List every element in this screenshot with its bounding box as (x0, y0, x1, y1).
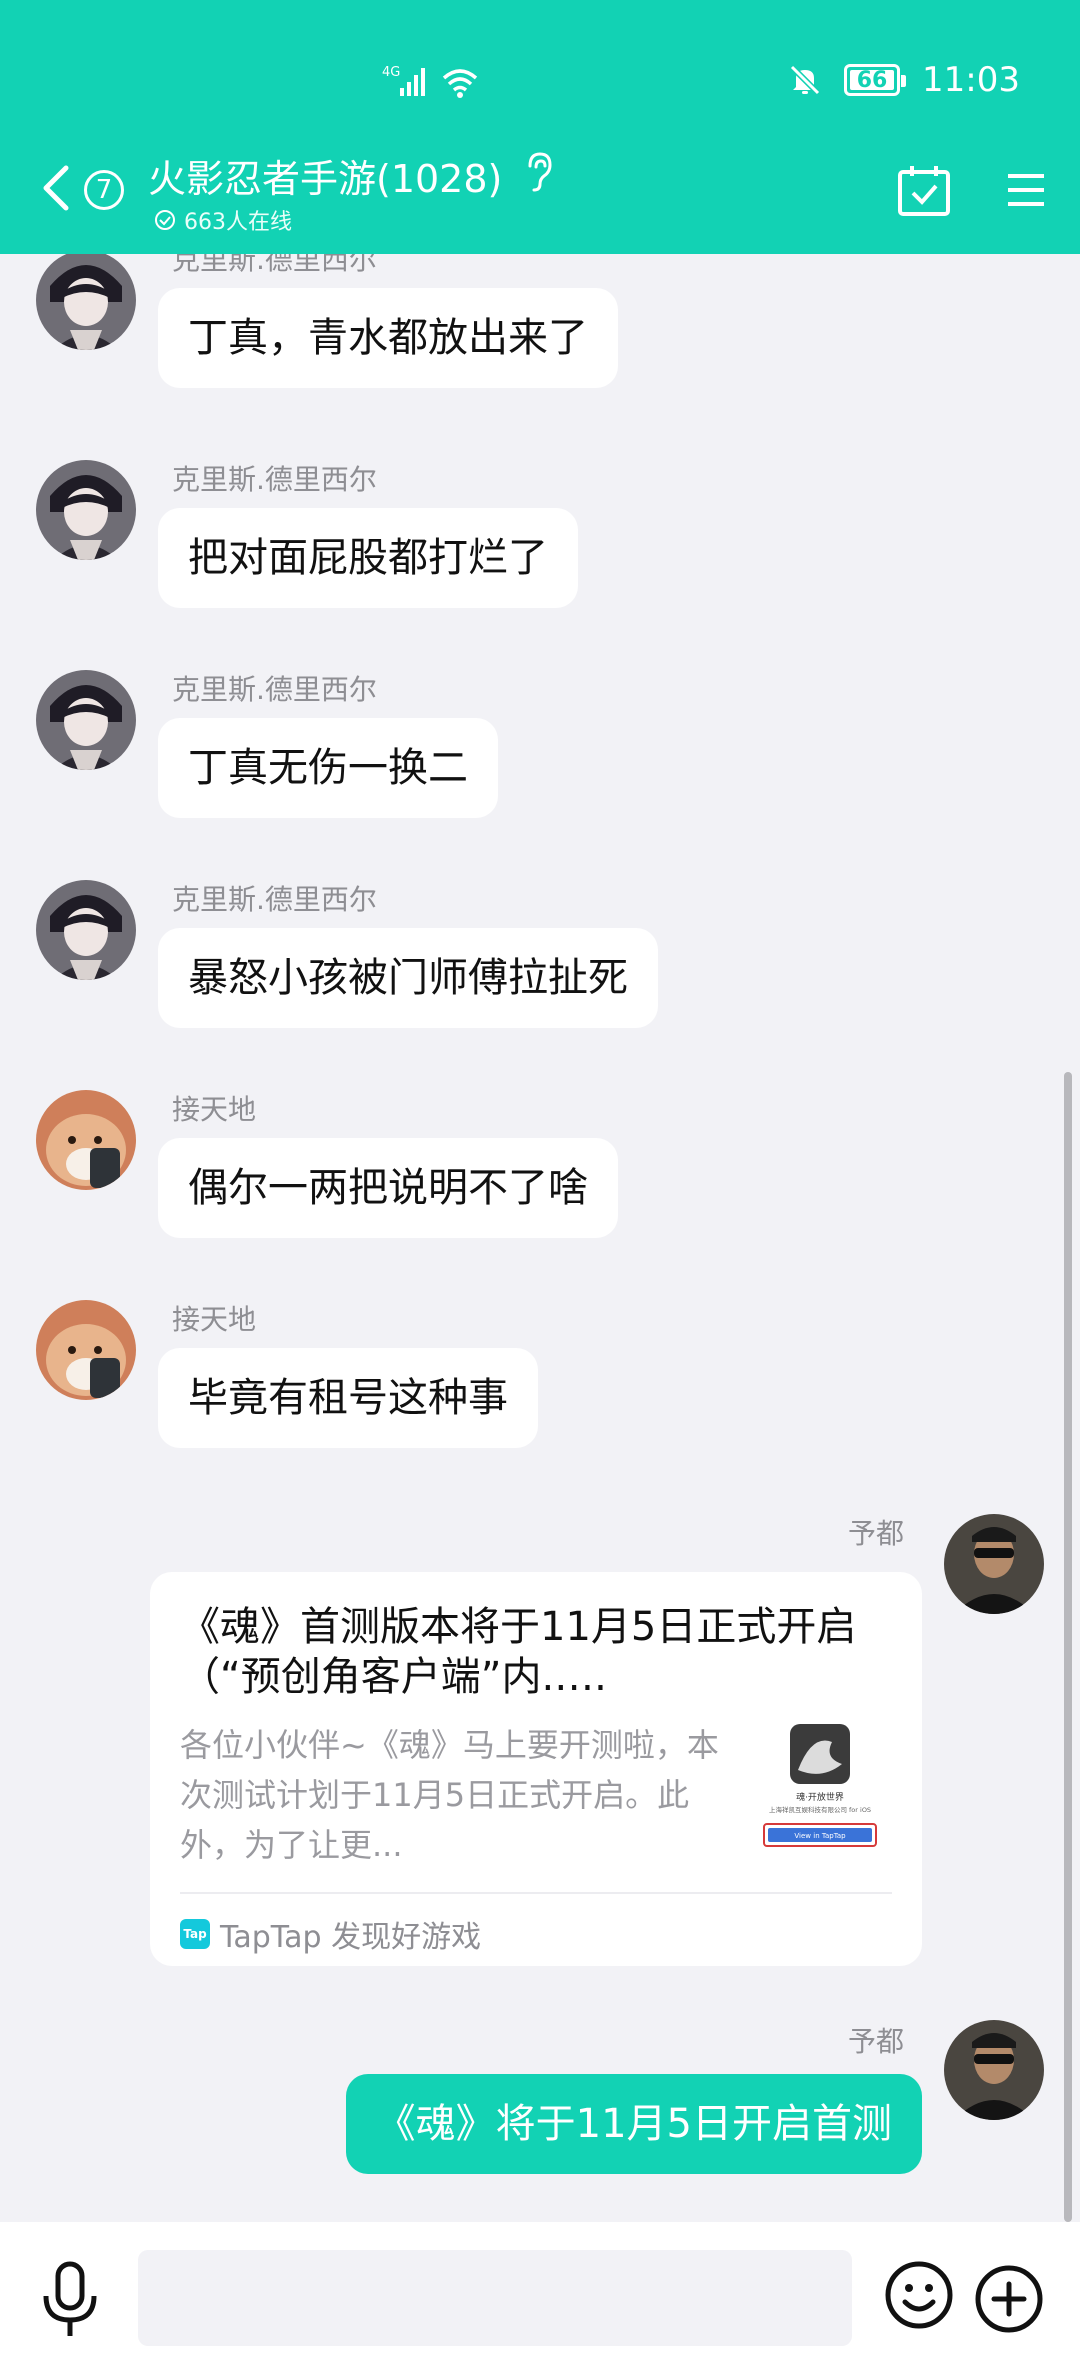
status-bar: 4G 66 11:03 (0, 0, 1080, 160)
message-bubble[interactable]: 偶尔一两把说明不了啥 (158, 1138, 618, 1238)
message-bubble[interactable]: 毕竟有租号这种事 (158, 1348, 538, 1448)
svg-text:魂·开放世界: 魂·开放世界 (796, 1791, 844, 1803)
ear-mode-icon[interactable] (520, 150, 556, 194)
user-avatar[interactable] (36, 670, 136, 770)
online-status: 663人在线 (154, 204, 292, 236)
card-description: 各位小伙伴~《魂》马上要开测啦，本次测试计划于11月5日正式开启。此外，为了让更… (180, 1726, 719, 1864)
message-bubble[interactable]: 丁真，青水都放出来了 (158, 288, 618, 388)
online-count: 663人在线 (184, 210, 292, 235)
card-title: 《魂》首测版本将于11月5日正式开启（“预创角客户端”内.…. (180, 1604, 857, 1700)
user-avatar[interactable] (944, 1514, 1044, 1614)
plus-icon[interactable] (974, 2264, 1044, 2334)
group-title[interactable]: 火影忍者手游(1028) (148, 148, 502, 203)
battery-level: 66 (856, 67, 888, 93)
sender-name: 克里斯.德里西尔 (172, 254, 377, 276)
card-source-text: TapTap 发现好游戏 (220, 1920, 482, 1955)
message-bubble[interactable]: 丁真无伤一换二 (158, 718, 498, 818)
message-bubble[interactable]: 把对面屁股都打烂了 (158, 508, 578, 608)
calendar-check-icon[interactable] (896, 162, 952, 218)
card-divider (180, 1892, 892, 1894)
sender-name: 克里斯.德里西尔 (172, 463, 377, 496)
scrollbar[interactable] (1064, 1072, 1072, 2222)
mute-bell-icon (789, 64, 821, 96)
status-right: 66 11:03 (788, 58, 1020, 102)
user-avatar[interactable] (36, 460, 136, 560)
back-arrow-icon[interactable] (36, 160, 76, 216)
sender-name: 克里斯.德里西尔 (172, 883, 377, 916)
svg-text:4G: 4G (382, 65, 400, 80)
sender-name: 接天地 (172, 1303, 257, 1336)
link-card[interactable]: 《魂》首测版本将于11月5日正式开启（“预创角客户端”内.…. 各位小伙伴~《魂… (150, 1572, 922, 1966)
user-avatar[interactable] (36, 880, 136, 980)
card-source: Tap TapTap 发现好游戏 (180, 1912, 481, 1956)
menu-icon[interactable] (1004, 168, 1048, 212)
taptap-logo-icon: Tap (180, 1919, 210, 1949)
emoji-icon[interactable] (884, 2260, 954, 2330)
sender-name: 接天地 (172, 1093, 257, 1126)
svg-text:上海祥凯互娱科技有限公司 for iOS: 上海祥凯互娱科技有限公司 for iOS (769, 1805, 871, 1814)
unread-count-badge[interactable]: 7 (84, 170, 124, 210)
user-avatar[interactable] (36, 1090, 136, 1190)
signal-wifi-icon: 4G (382, 65, 478, 98)
sender-name: 予都 (847, 2025, 904, 2058)
sender-name: 克里斯.德里西尔 (172, 673, 377, 706)
message-input[interactable] (138, 2250, 852, 2346)
message-bubble[interactable]: 《魂》将于11月5日开启首测 (345, 2074, 922, 2174)
message-bubble[interactable]: 暴怒小孩被门师傅拉扯死 (158, 928, 658, 1028)
battery-icon: 66 (844, 64, 907, 96)
microphone-icon[interactable] (38, 2260, 102, 2340)
chat-header: 4G 66 11:03 7 火影忍者手游(1028) 663人在线 (0, 0, 1080, 254)
user-avatar[interactable] (36, 1300, 136, 1400)
svg-text:View in TapTap: View in TapTap (794, 1832, 846, 1840)
card-thumbnail: 魂·开放世界 上海祥凯互娱科技有限公司 for iOS View in TapT… (752, 1724, 888, 1860)
message-list[interactable]: 克里斯.德里西尔 丁真，青水都放出来了 克里斯.德里西尔 把对面屁股都打烂了 克… (0, 254, 1080, 2222)
online-check-icon (155, 210, 175, 230)
user-avatar[interactable] (36, 254, 136, 350)
input-bar (0, 2222, 1080, 2376)
user-avatar[interactable] (944, 2020, 1044, 2120)
status-time: 11:03 (922, 60, 1020, 100)
sender-name: 予都 (847, 1517, 904, 1550)
